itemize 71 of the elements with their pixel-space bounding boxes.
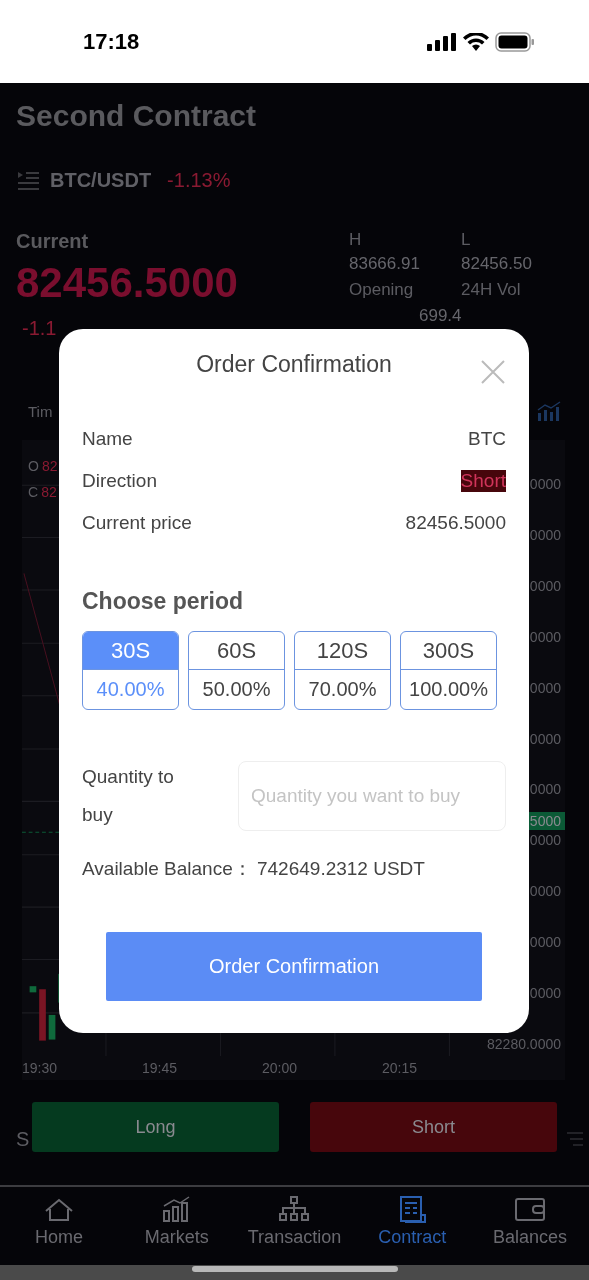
quantity-label: Quantity to buy [82, 765, 175, 827]
page-title: Second Contract [16, 99, 258, 133]
axis-label: 0000 [529, 781, 561, 798]
status-time: 17:18 [83, 28, 140, 55]
battery-icon [495, 31, 535, 52]
chart-icon[interactable] [537, 401, 561, 421]
axis-label: 0000 [529, 577, 561, 594]
period-heading: Choose period [82, 588, 244, 615]
signal-icon [427, 32, 457, 51]
confirm-button[interactable]: Order Confirmation [106, 932, 482, 1001]
time-tab[interactable]: Tim [28, 402, 53, 420]
row-value: Short [460, 470, 506, 492]
period-option[interactable]: 30S 40.00% [82, 631, 179, 710]
row-value: BTC [468, 428, 506, 450]
price-change: -1.1 [22, 317, 58, 340]
nav-tab[interactable]: Transaction [235, 1187, 354, 1265]
axis-label: 0000 [529, 832, 561, 849]
ohlc-label: C [28, 484, 39, 500]
stat-label: L [461, 230, 472, 250]
axis-label: 19:30 [22, 1060, 58, 1076]
stat-value: 82456.50 [461, 254, 533, 274]
list-icon [16, 169, 40, 192]
axis-label: 0000 [529, 679, 561, 696]
axis-label: 82280.0000 [487, 1035, 561, 1052]
current-price: 82456.5000 [16, 259, 239, 307]
axis-label: 19:45 [142, 1060, 178, 1076]
close-icon[interactable] [480, 359, 506, 385]
axis-label: 0000 [529, 476, 561, 492]
stat-value: 83666.91 [349, 254, 421, 274]
row-label: Direction [82, 470, 157, 492]
axis-label: 0000 [529, 628, 561, 645]
axis-label: 0000 [529, 985, 561, 1002]
period-option[interactable]: 60S 50.00% [188, 631, 285, 710]
ohlc-value: 82 [41, 458, 58, 474]
row-label: Name [82, 428, 133, 450]
period-option[interactable]: 120S 70.00% [294, 631, 391, 710]
nav-tab[interactable]: Markets [117, 1187, 236, 1265]
short-button[interactable]: Short [310, 1102, 557, 1152]
stat-label: Opening [349, 280, 415, 300]
wallet-icon [513, 1195, 548, 1223]
nav-tab[interactable]: Balances [471, 1187, 589, 1265]
hierarchy-icon [277, 1195, 312, 1223]
row-value: 82456.5000 [405, 512, 506, 534]
row-label: Current price [82, 512, 192, 534]
section-title: S [16, 1128, 30, 1151]
axis-label: 0000 [529, 730, 561, 747]
candle [48, 1014, 56, 1040]
pair-change: -1.13% [167, 169, 231, 192]
quantity-field[interactable]: Quantity you want to buy [238, 761, 506, 831]
axis-label: 0000 [529, 883, 561, 900]
long-button[interactable]: Long [32, 1102, 279, 1152]
axis-label: 0000 [529, 526, 561, 543]
candle [29, 986, 37, 993]
stat-label: 24H Vol [461, 280, 522, 300]
stat-label: H [349, 230, 363, 250]
axis-label: 20:15 [382, 1060, 418, 1076]
dialog-title: Order Confirmation [196, 351, 392, 378]
nav-tab[interactable]: Contract [353, 1187, 472, 1265]
pair-name[interactable]: BTC/USDT [50, 169, 152, 192]
ohlc-label: O [28, 458, 39, 474]
candle [39, 989, 46, 1041]
ohlc-value: 82 [41, 484, 57, 500]
stat-value: 699.4 [419, 306, 463, 326]
available-balance: Available Balance： 742649.2312 USDT [82, 857, 426, 881]
nav-tab[interactable]: Home [0, 1187, 118, 1265]
axis-label: 0000 [529, 934, 561, 951]
wifi-icon [463, 32, 489, 51]
period-option[interactable]: 300S 100.00% [400, 631, 497, 710]
menu-icon[interactable] [565, 1132, 583, 1146]
current-label: Current [16, 230, 90, 253]
axis-label: 20:00 [262, 1060, 298, 1076]
